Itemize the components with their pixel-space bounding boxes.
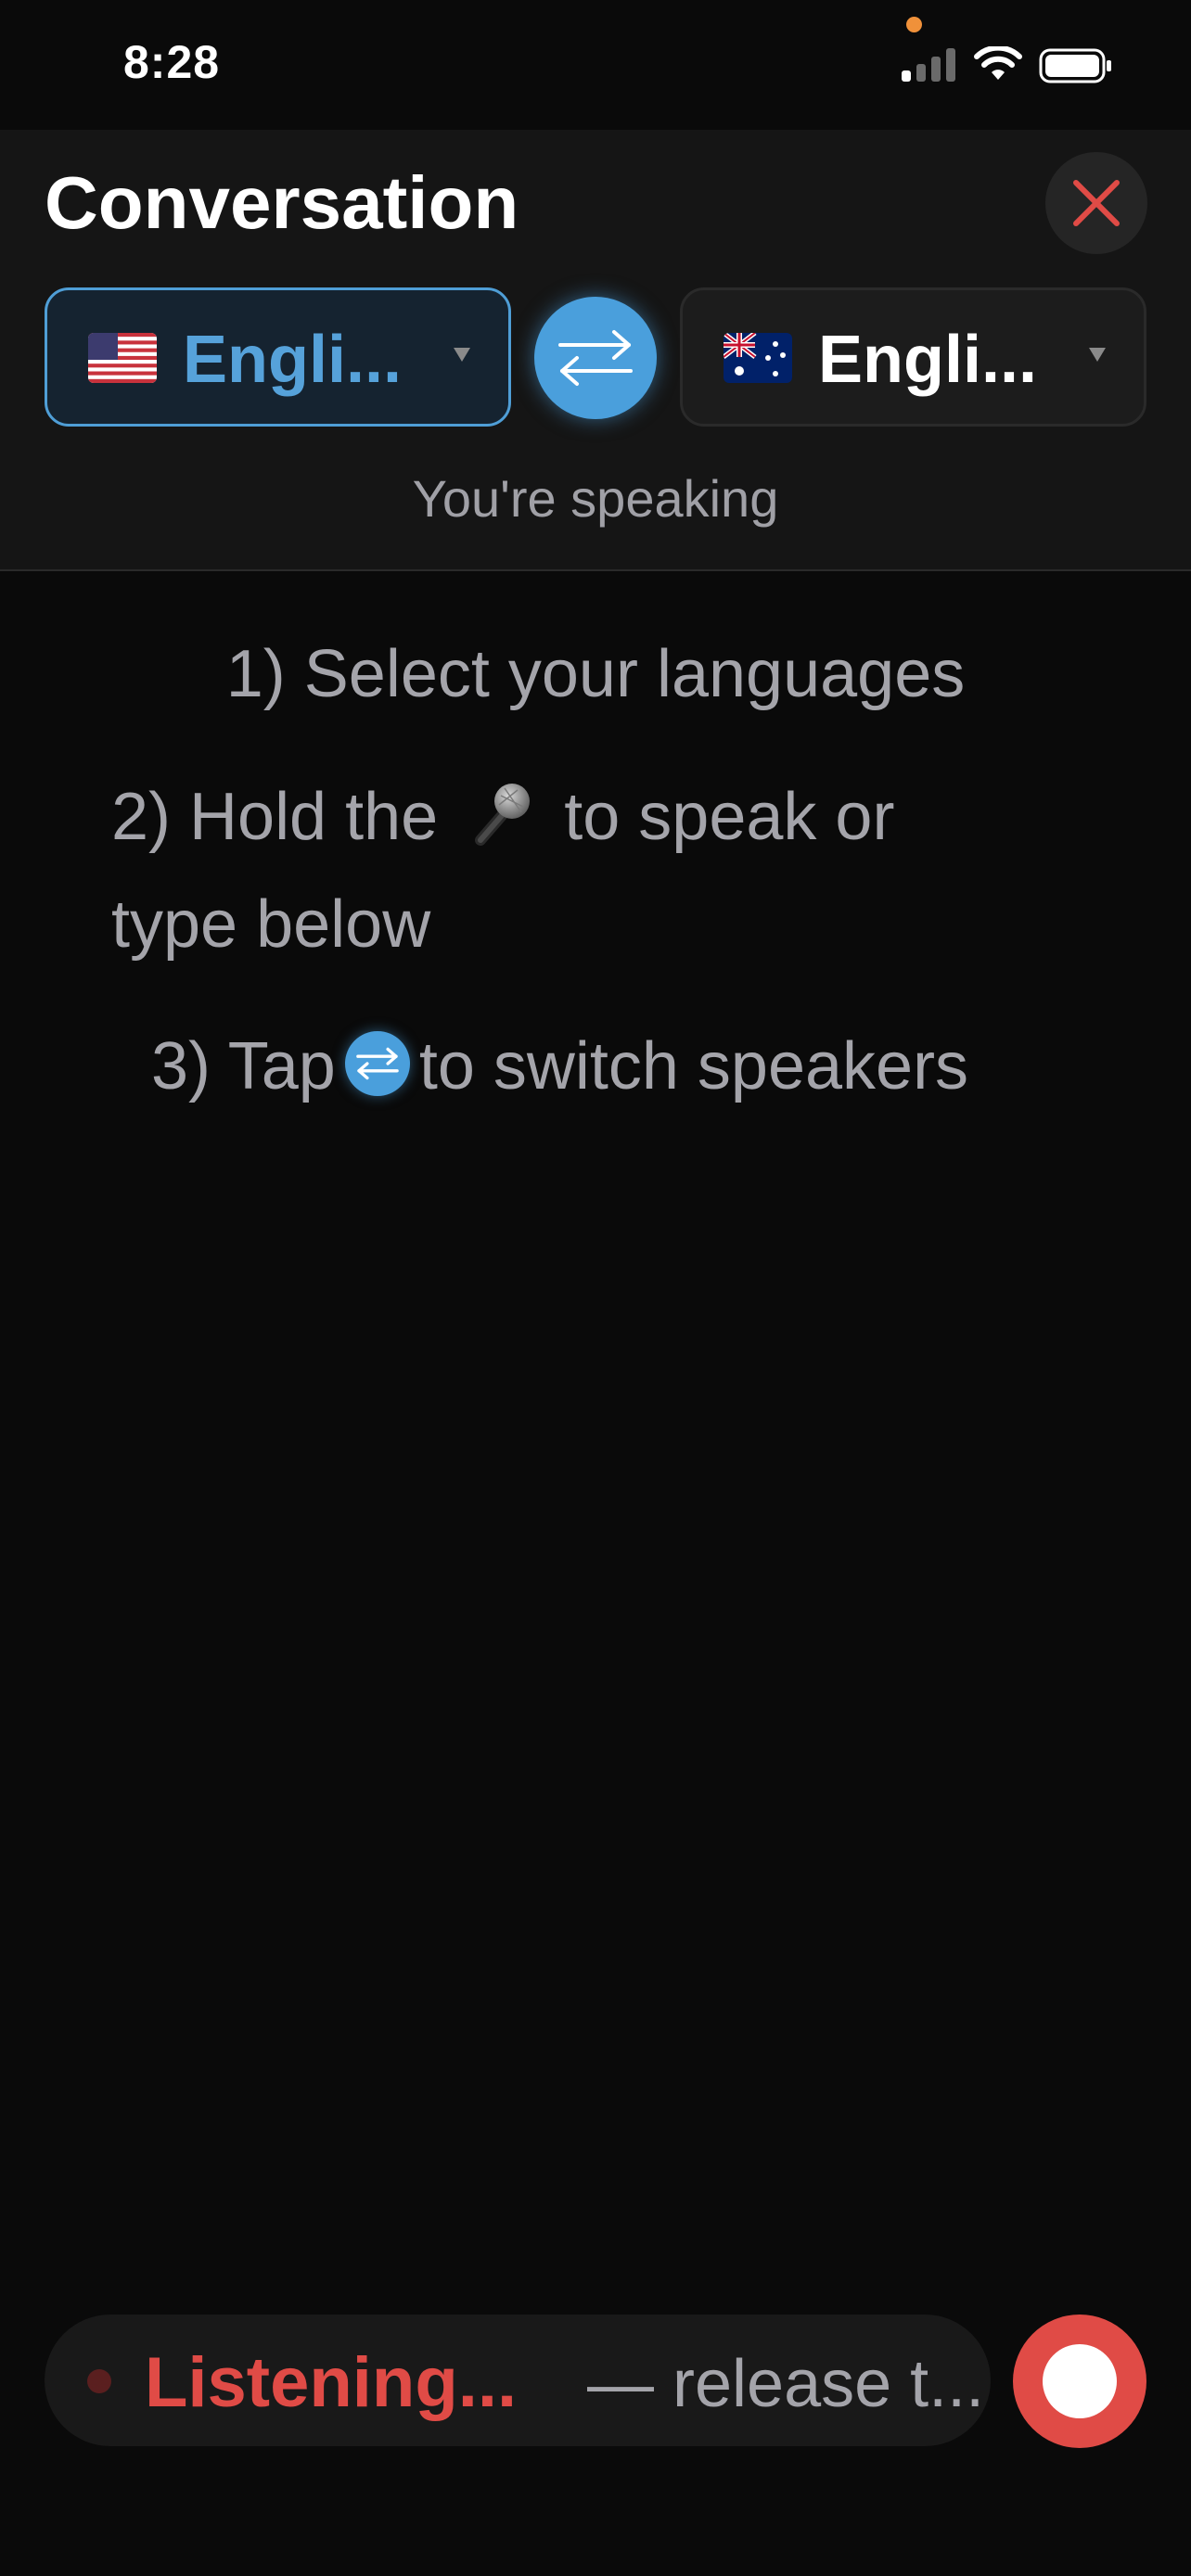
listening-label: Listening... (145, 2343, 518, 2422)
release-hint: — release t... (587, 2347, 985, 2421)
status-bar: 8:28 (0, 0, 1191, 130)
close-button[interactable] (1045, 152, 1147, 254)
instruction-step-1: 1) Select your languages (225, 637, 966, 711)
conversation-screen: 8:28 Conversation Engli... Engli... You'… (0, 0, 1191, 2576)
record-button[interactable] (1013, 2315, 1146, 2448)
instruction-step-3-after: to switch speakers (418, 1029, 969, 1103)
target-language-selector[interactable]: Engli... (680, 287, 1146, 427)
chevron-down-icon (454, 348, 470, 362)
instruction-step-3: 3) Tap to switch speakers (151, 1028, 968, 1104)
source-language-label: Engli... (183, 323, 403, 397)
recording-indicator-dot (87, 2369, 111, 2393)
swap-arrows-icon (558, 330, 633, 386)
au-flag-icon (724, 333, 792, 383)
instruction-step-2-before: 2) Hold the (111, 780, 439, 854)
instruction-step-3-before: 3) Tap (151, 1029, 336, 1103)
privacy-indicator-dot (906, 17, 922, 32)
source-language-selector[interactable]: Engli... (45, 287, 511, 427)
swap-languages-button[interactable] (534, 297, 657, 419)
instruction-step-2-after: to speak or (564, 780, 895, 854)
target-language-label: Engli... (818, 323, 1038, 397)
swap-arrows-icon (344, 1030, 410, 1096)
chevron-down-icon (1089, 348, 1106, 362)
us-flag-icon (88, 333, 157, 383)
instruction-step-2-line2: type below (111, 887, 431, 962)
battery-icon (1039, 48, 1111, 83)
wifi-icon (974, 46, 1022, 80)
cellular-signal-icon (902, 48, 957, 82)
close-icon (1073, 180, 1120, 226)
speaking-status: You're speaking (412, 469, 779, 528)
page-title: Conversation (45, 161, 519, 244)
conversation-header: Conversation Engli... Engli... You're sp… (0, 130, 1191, 571)
instruction-step-2: 2) Hold the to speak or (111, 779, 894, 859)
text-input-field[interactable]: Listening... — release t... (45, 2315, 991, 2446)
microphone-icon (475, 783, 531, 846)
record-button-icon (1043, 2344, 1117, 2418)
status-time: 8:28 (123, 36, 221, 88)
